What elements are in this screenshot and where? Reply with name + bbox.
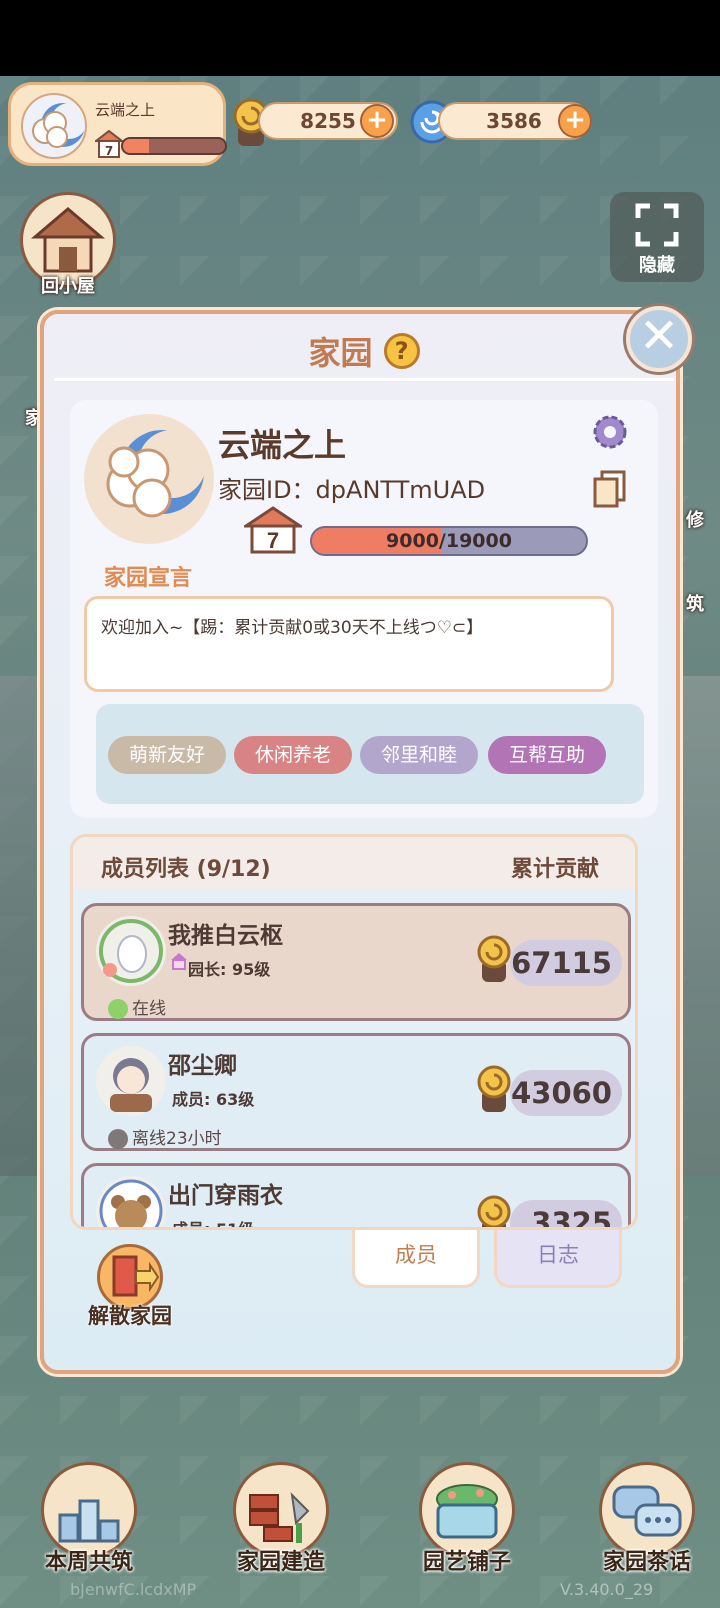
home-level-progress-fill	[123, 139, 149, 153]
member-role: 成员: 51级	[172, 1220, 255, 1230]
member-name: 我推白云枢	[168, 923, 283, 949]
home-name: 云端之上	[218, 426, 347, 464]
home-id: 家园ID：dpANTTmUAD	[218, 476, 486, 504]
fullscreen-icon	[635, 203, 679, 247]
manifesto-text[interactable]: 欢迎加入~【踢：累计贡献0或30天不上线つ♡⊂】	[84, 596, 614, 692]
home-info-card: 云端之上 家园ID：dpANTTmUAD 7 9000/19000 家园宣言 欢…	[70, 400, 658, 818]
member-contribution: 67115	[510, 940, 622, 986]
gear-icon[interactable]	[590, 412, 630, 456]
hide-ui-button[interactable]: 隐藏	[610, 192, 704, 282]
right-partial-label-1: 修	[686, 510, 704, 531]
member-row[interactable]: 我推白云枢 园长: 95级 在线 67115	[81, 903, 631, 1021]
member-avatar	[96, 916, 166, 986]
online-status-dot	[108, 999, 128, 1019]
disband-home-label: 解散家园	[88, 1304, 172, 1328]
dialog-title: 家园	[308, 334, 373, 372]
member-status: 离线23小时	[108, 1124, 222, 1149]
member-contribution: 3325	[510, 1200, 622, 1227]
home-chat-label: 家园茶话	[602, 1550, 691, 1575]
member-list-title: 成员列表 (9/12)	[101, 857, 271, 882]
dialog-header: 家园 ?	[44, 328, 684, 374]
member-row[interactable]: 出门穿雨衣 成员: 51级 3325	[81, 1163, 631, 1230]
member-status: 在线	[108, 994, 166, 1019]
garden-shop-button[interactable]: 园艺铺子	[412, 1462, 522, 1576]
tag-2: 休闲养老	[234, 736, 352, 774]
disband-home-button[interactable]: 解散家园	[80, 1244, 180, 1330]
offline-status-dot	[108, 1129, 128, 1149]
snail-coin-icon	[474, 930, 514, 990]
home-avatar	[21, 93, 87, 159]
right-building-decoration	[678, 676, 720, 1176]
home-exp-text: 9000/19000	[386, 530, 512, 552]
tag-1: 萌新友好	[108, 736, 226, 774]
home-building-button[interactable]: 家园建造	[226, 1462, 336, 1576]
member-avatar	[96, 1046, 166, 1116]
tab-log[interactable]: 日志	[494, 1230, 622, 1288]
member-status-text: 在线	[132, 999, 166, 1019]
back-home-button[interactable]: 回小屋	[18, 192, 118, 298]
home-garden-dialog: 家园 ? 云端之上 家园ID：dpANTTmUAD 7 9000/19000 家…	[40, 310, 680, 1374]
manifesto-label: 家园宣言	[104, 566, 193, 591]
house-level-icon: 7	[93, 129, 125, 163]
snail-coin-icon	[474, 1190, 514, 1227]
home-level-icon: 7	[241, 506, 305, 558]
add-snail-coins-button[interactable]: +	[360, 104, 394, 138]
member-list-panel: 成员列表 (9/12) 累计贡献 我推白云枢 园长: 95级 在线 67115 …	[70, 834, 638, 1230]
header-divider	[54, 378, 674, 381]
version-label: V.3.40.0_29	[560, 1580, 654, 1599]
home-level-progress	[121, 137, 227, 155]
garden-shop-label: 园艺铺子	[422, 1550, 511, 1575]
member-avatar	[96, 1176, 166, 1227]
close-icon[interactable]: ✕	[626, 306, 692, 372]
cloud-moon-icon	[32, 103, 85, 148]
home-chat-button[interactable]: 家园茶话	[592, 1462, 702, 1576]
add-gems-button[interactable]: +	[558, 104, 592, 138]
cat-avatar-icon	[99, 919, 163, 983]
tab-members[interactable]: 成员	[352, 1230, 480, 1288]
svg-text:7: 7	[267, 528, 279, 553]
home-emblem-avatar[interactable]	[84, 414, 214, 544]
cloud-moon-icon	[106, 430, 206, 518]
home-exp-bar: 9000/19000	[310, 526, 588, 556]
member-row[interactable]: 邵尘卿 成员: 63级 离线23小时 43060	[81, 1033, 631, 1151]
home-tags: 萌新友好 休闲养老 邻里和睦 互帮互助	[96, 704, 644, 804]
help-icon[interactable]: ?	[383, 333, 420, 369]
member-list-header: 成员列表 (9/12) 累计贡献	[73, 837, 635, 889]
status-bar	[0, 0, 720, 76]
weekly-build-label: 本周共筑	[44, 1550, 133, 1575]
member-role: 园长: 95级	[188, 960, 271, 979]
svg-text:7: 7	[105, 144, 113, 158]
member-status-text: 离线23小时	[132, 1129, 222, 1149]
player-id-watermark: bJenwfC.lcdxMP	[70, 1580, 197, 1599]
member-role: 成员: 63级	[172, 1090, 255, 1109]
hide-label: 隐藏	[639, 255, 675, 276]
member-contribution: 43060	[510, 1070, 622, 1116]
tag-3: 邻里和睦	[360, 736, 478, 774]
home-building-label: 家园建造	[236, 1550, 325, 1575]
right-partial-label-2: 筑	[686, 594, 704, 615]
tag-4: 互帮互助	[488, 736, 606, 774]
copy-icon[interactable]	[592, 470, 628, 512]
home-profile-chip[interactable]: 云端之上 7	[8, 82, 227, 166]
left-building-decoration	[0, 676, 42, 1176]
character-avatar-icon	[110, 1058, 152, 1112]
leader-crown-icon	[170, 952, 188, 974]
bear-avatar-icon	[99, 1179, 163, 1227]
weekly-build-button[interactable]: 本周共筑	[34, 1462, 144, 1576]
home-name-label: 云端之上	[95, 101, 156, 119]
contribution-column-title: 累计贡献	[510, 857, 599, 882]
snail-coin-icon	[474, 1060, 514, 1120]
member-name: 邵尘卿	[168, 1053, 237, 1079]
member-name: 出门穿雨衣	[168, 1183, 283, 1209]
